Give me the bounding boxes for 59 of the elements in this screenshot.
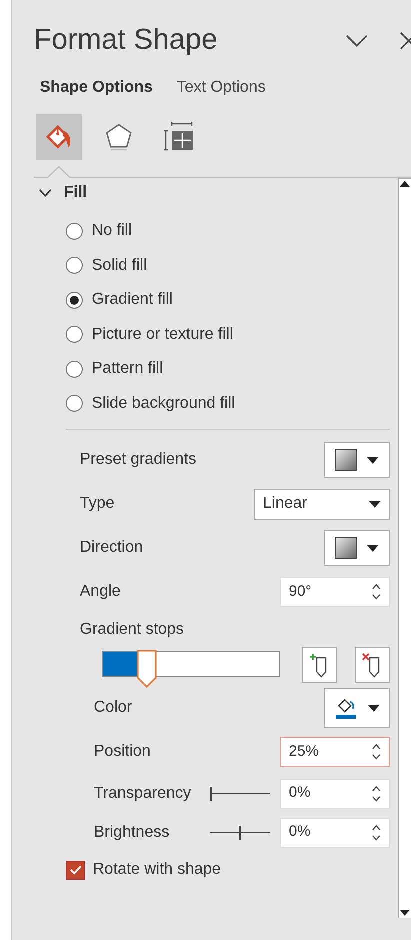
radio-button[interactable] [66, 222, 83, 240]
setting-label: Type [80, 494, 115, 514]
panel-title: Format Shape [34, 23, 219, 58]
radio-label: No fill [92, 221, 132, 242]
type-dropdown[interactable]: Linear [254, 488, 390, 520]
chevron-down-icon[interactable] [346, 35, 368, 47]
caret-icon [367, 456, 379, 464]
radio-label: Picture or texture fill [92, 324, 234, 345]
tab[interactable]: Text Options [176, 76, 266, 100]
radio-button[interactable] [66, 326, 83, 344]
radio-button[interactable] [66, 395, 83, 412]
radio-label: Slide background fill [92, 394, 236, 414]
section-header[interactable]: Fill [39, 178, 88, 208]
caret-icon [369, 500, 381, 508]
direction-button[interactable] [324, 530, 390, 566]
setting-label: Transparency [94, 784, 192, 804]
chevron-down-icon [39, 189, 52, 197]
setting-label: Direction [80, 538, 144, 558]
caret-icon [367, 544, 379, 552]
radio-label: Gradient fill [92, 290, 173, 310]
tab[interactable]: Shape Options [40, 76, 153, 100]
radio-button[interactable] [66, 360, 83, 378]
scroll-down-icon[interactable] [400, 910, 410, 916]
setting-label: Position [94, 742, 151, 762]
color-button[interactable] [324, 688, 390, 728]
close-icon[interactable] [400, 32, 411, 50]
check-icon [70, 865, 82, 875]
position-field[interactable]: 25% [280, 737, 390, 767]
transparency-field[interactable]: 0% [280, 778, 390, 808]
caret-icon [368, 704, 380, 712]
setting-label: Color [94, 698, 132, 718]
spin-arrows-icon[interactable] [372, 583, 381, 601]
radio-button[interactable] [66, 257, 83, 274]
spin-arrows-icon[interactable] [372, 784, 381, 802]
gradient-stop-handle[interactable] [136, 650, 158, 688]
setting-label: Gradient stops [80, 620, 184, 640]
spin-arrows-icon[interactable] [372, 743, 381, 761]
remove-stop-button[interactable] [355, 647, 390, 683]
brightness-field[interactable]: 0% [280, 818, 390, 848]
setting-label: Angle [80, 582, 121, 602]
checkbox[interactable] [66, 860, 85, 880]
checkbox-label: Rotate with shape [93, 860, 222, 880]
radio-label: Solid fill [92, 256, 148, 276]
angle-field[interactable]: 90° [280, 577, 390, 607]
paint-bucket-icon[interactable] [36, 114, 82, 160]
gradient-swatch-icon [335, 449, 357, 471]
setting-label: Preset gradients [80, 450, 197, 470]
add-stop-button[interactable] [302, 647, 337, 683]
preset-gradients-button[interactable] [324, 442, 390, 478]
spin-arrows-icon[interactable] [372, 824, 381, 842]
transparency-slider[interactable] [210, 786, 270, 800]
gradient-stops-slider[interactable] [102, 650, 280, 690]
scrollbar[interactable] [398, 178, 411, 918]
radio-label: Pattern fill [92, 359, 164, 380]
setting-label: Brightness [94, 822, 170, 842]
brightness-slider[interactable] [210, 826, 270, 840]
gradient-swatch-icon [335, 537, 357, 559]
scroll-up-icon[interactable] [400, 181, 410, 187]
radio-button[interactable] [66, 292, 83, 309]
